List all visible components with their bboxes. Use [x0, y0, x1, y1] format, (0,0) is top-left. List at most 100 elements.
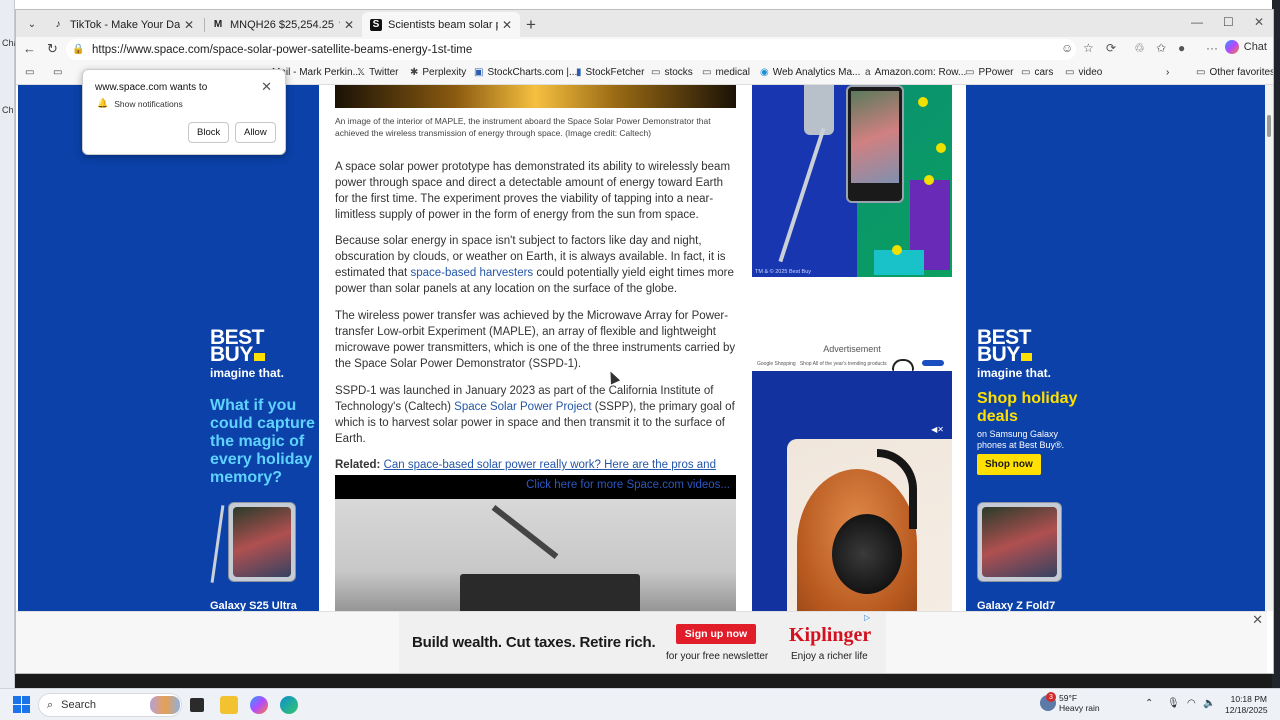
other-favorites[interactable]: ▭ Other favorites [1196, 67, 1273, 78]
task-view-icon[interactable] [190, 698, 204, 712]
mid-ad-top[interactable]: TM & © 2025 Best Buy [752, 85, 952, 277]
best-buy-logo: BEST BUY [210, 326, 265, 366]
bookmark-folder-stocks[interactable]: ▭ stocks [651, 67, 693, 78]
edge-icon[interactable] [280, 696, 298, 714]
system-clock[interactable]: 10:18 PM 12/18/2025 [1225, 694, 1268, 716]
tab-title: TikTok - Make Your Day [70, 18, 180, 31]
stockfetcher-icon: ▮ [576, 67, 582, 78]
tab-mnq[interactable]: M MNQH26 $25,254.25 ▼ -0.03% ✕ [204, 12, 362, 37]
ad-model: Galaxy S25 Ultra [210, 600, 297, 611]
more-videos-link[interactable]: Click here for more Space.com videos... [526, 479, 730, 491]
shop-now-button[interactable]: Shop now [977, 454, 1041, 475]
close-window-button[interactable]: ✕ [1254, 15, 1264, 29]
stylus-image [778, 127, 826, 263]
volume-icon[interactable]: 🔈 [1203, 698, 1215, 709]
stylus-image [210, 505, 225, 583]
bookmark-folder-ppower[interactable]: ▭ PPower [965, 67, 1013, 78]
video-frame[interactable] [335, 499, 736, 611]
close-banner-icon[interactable]: ✕ [1252, 612, 1263, 628]
sign-up-button[interactable]: Sign up now [676, 624, 756, 644]
image-caption: An image of the interior of MAPLE, the i… [335, 116, 711, 138]
bottom-ad-banner: Build wealth. Cut taxes. Retire rich. Si… [16, 611, 1267, 673]
adchoices-icon[interactable]: ▷ [864, 613, 870, 622]
galaxy-fold-image [977, 502, 1062, 582]
profile-avatar[interactable]: ● [1178, 41, 1185, 55]
ad-slogan: Enjoy a richer life [791, 651, 868, 662]
video-player[interactable]: Click here for more Space.com videos... [335, 475, 736, 611]
bookmark-web-analytics[interactable]: ◉ Web Analytics Ma... [760, 67, 860, 78]
lock-icon[interactable]: 🔒 [72, 44, 88, 55]
bell-icon: 🔔 [97, 98, 109, 108]
tab-tiktok[interactable]: ♪ TikTok - Make Your Day ✕ [44, 12, 202, 37]
bookmark-perplexity[interactable]: ✱ Perplexity [410, 67, 466, 78]
favorites-menu-icon[interactable]: ▭ [25, 67, 38, 78]
tab-space[interactable]: S Scientists beam solar power to Ea ✕ [362, 12, 520, 37]
tracking-icon[interactable]: ☺ [1061, 41, 1073, 55]
bookmark-twitter[interactable]: 𝕏 Twitter [357, 67, 399, 78]
copilot-icon [1224, 40, 1239, 54]
ad-tagline: imagine that. [210, 366, 285, 380]
start-button[interactable] [13, 696, 30, 713]
headphones-icon [892, 359, 914, 371]
left-ad-best-buy[interactable]: BEST BUY imagine that. What if you could … [18, 85, 319, 611]
copilot-chat-button[interactable]: Chat [1224, 40, 1267, 54]
kiplinger-logo: Kiplinger [789, 624, 872, 646]
chevron-right-icon[interactable]: › [1166, 67, 1169, 78]
link-space-based-harvesters[interactable]: space-based harvesters [410, 267, 533, 279]
block-button[interactable]: Block [188, 122, 230, 143]
weather-widget[interactable]: 3 59°F Heavy rain [1040, 692, 1100, 713]
close-tab-icon[interactable]: ✕ [344, 18, 354, 32]
ad-model: Galaxy Z Fold7 [977, 600, 1056, 611]
article-paragraph: A space solar power prototype has demons… [335, 161, 731, 221]
mute-icon[interactable]: ◀✕ [931, 425, 944, 434]
bookmark-folder[interactable]: ▭ [53, 67, 66, 78]
notification-permission-popup: www.space.com wants to ✕ 🔔 Show notificat… [82, 69, 286, 155]
close-tab-icon[interactable]: ✕ [184, 18, 194, 32]
wifi-icon[interactable]: ◠ [1187, 698, 1196, 709]
chevron-up-icon[interactable]: ⌃ [1145, 698, 1153, 709]
gs-shop-button[interactable] [922, 360, 944, 366]
ad-tagline: imagine that. [977, 366, 1052, 380]
close-tab-icon[interactable]: ✕ [502, 18, 512, 32]
bookmark-folder-medical[interactable]: ▭ medical [702, 67, 750, 78]
minimize-button[interactable]: — [1191, 15, 1203, 29]
kiplinger-ad[interactable]: Build wealth. Cut taxes. Retire rich. Si… [399, 612, 886, 673]
tiktok-icon: ♪ [55, 19, 61, 30]
maximize-button[interactable]: ☐ [1223, 15, 1234, 29]
close-icon[interactable]: ✕ [261, 79, 272, 95]
phone-camera-image [804, 85, 834, 135]
refresh-button[interactable]: ↻ [47, 41, 58, 57]
navigation-toolbar: ← ↻ 🔒 https://www.space.com/space-solar-… [16, 37, 1273, 62]
more-menu-icon[interactable]: ··· [1206, 41, 1218, 55]
mid-ad-headphones[interactable]: Google Shopping Shop All of the year's t… [752, 357, 952, 611]
favorites-icon[interactable]: ✩ [1156, 41, 1166, 55]
file-explorer-icon[interactable] [220, 696, 238, 714]
url-text[interactable]: https://www.space.com/space-solar-power-… [92, 44, 472, 56]
microphone-icon[interactable]: 🎙 [1167, 698, 1180, 709]
address-bar[interactable]: 🔒 https://www.space.com/space-solar-powe… [66, 39, 1076, 60]
bookmark-folder-video[interactable]: ▭ video [1065, 67, 1102, 78]
bookmark-folder-cars[interactable]: ▭ cars [1021, 67, 1053, 78]
allow-button[interactable]: Allow [235, 122, 276, 143]
ad-subtext: for your free newsletter [666, 651, 769, 662]
bookmark-stockfetcher[interactable]: ▮ StockFetcher [576, 67, 644, 78]
space-com-icon: S [370, 18, 382, 31]
favorite-star-icon[interactable]: ☆ [1083, 41, 1094, 55]
folder-icon: ▭ [1196, 67, 1206, 78]
article-paragraph: Because solar energy in space isn't subj… [335, 235, 734, 295]
tab-actions-menu[interactable]: ⌄ [21, 14, 43, 34]
weather-icon: 3 [1040, 692, 1056, 711]
new-tab-button[interactable]: + [526, 15, 536, 35]
bookmark-amazon[interactable]: a Amazon.com: Row... [865, 67, 966, 78]
bookmark-stockcharts[interactable]: ▣ StockCharts.com |... [474, 67, 577, 78]
search-highlight-icon[interactable] [150, 696, 180, 714]
extensions-icon[interactable]: ⟳ [1106, 41, 1116, 55]
right-ad-best-buy[interactable]: BEST BUY imagine that. Shop holiday deals… [966, 85, 1267, 611]
galaxy-phone-image [228, 502, 296, 582]
permission-row: 🔔 Show notifications [97, 98, 183, 109]
page-scrollbar[interactable] [1265, 85, 1273, 611]
copilot-icon[interactable] [250, 696, 268, 714]
back-button[interactable]: ← [23, 41, 36, 56]
performance-icon[interactable]: ♲ [1134, 41, 1145, 55]
link-space-solar-power-project[interactable]: Space Solar Power Project [454, 401, 591, 413]
